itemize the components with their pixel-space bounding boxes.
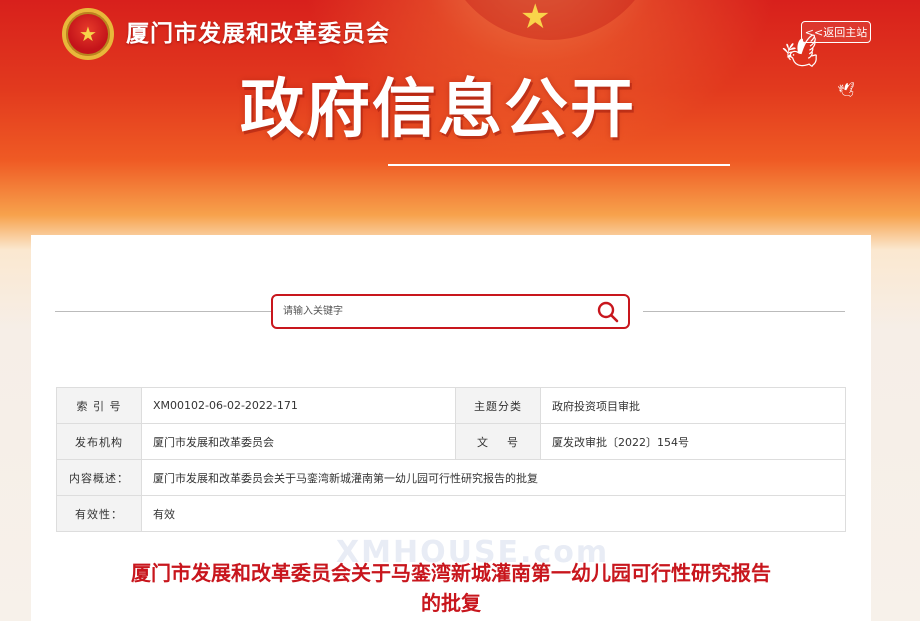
search-button[interactable]: [588, 296, 628, 327]
hero-title: 政府信息公开: [240, 73, 636, 147]
table-row: 有效性： 有效: [56, 495, 846, 532]
table-row: 发布机构 厦门市发展和改革委员会 文 号 厦发改审批〔2022〕154号: [56, 423, 846, 460]
topic-category-value: 政府投资项目审批: [540, 387, 846, 424]
document-title-line-1: 厦门市发展和改革委员会关于马銮湾新城灌南第一幼儿园可行性研究报告: [131, 561, 771, 585]
content-panel: 索 引 号 XM00102-06-02-2022-171 主题分类 政府投资项目…: [31, 235, 871, 621]
summary-label: 内容概述：: [56, 459, 142, 496]
validity-label: 有效性：: [56, 495, 142, 532]
topic-category-label: 主题分类: [455, 387, 541, 424]
document-title-line-2: 的批复: [421, 591, 481, 615]
document-metadata-table: 索 引 号 XM00102-06-02-2022-171 主题分类 政府投资项目…: [56, 387, 846, 532]
index-number-value: XM00102-06-02-2022-171: [141, 387, 456, 424]
divider: [643, 311, 845, 312]
publisher-label: 发布机构: [56, 423, 142, 460]
header-banner: ★ ★ 厦门市发展和改革委员会 <<返回主站 🕊 🕊 政府信息公开: [0, 0, 920, 240]
index-number-label: 索 引 号: [56, 387, 142, 424]
document-number-value: 厦发改审批〔2022〕154号: [540, 423, 846, 460]
star-icon: ★: [520, 0, 551, 37]
search-box: [271, 294, 630, 329]
divider: [55, 311, 281, 312]
publisher-value: 厦门市发展和改革委员会: [141, 423, 456, 460]
national-emblem-icon: ★: [62, 8, 114, 60]
dove-icon: 🕊: [836, 81, 858, 101]
table-row: 索 引 号 XM00102-06-02-2022-171 主题分类 政府投资项目…: [56, 387, 846, 424]
search-input[interactable]: [273, 296, 588, 327]
validity-value: 有效: [141, 495, 846, 532]
hero-underline: [388, 164, 730, 166]
document-number-label: 文 号: [455, 423, 541, 460]
search-icon: [597, 301, 619, 322]
document-title: 厦门市发展和改革委员会关于马銮湾新城灌南第一幼儿园可行性研究报告 的批复: [51, 558, 851, 618]
table-row: 内容概述： 厦门市发展和改革委员会关于马銮湾新城灌南第一幼儿园可行性研究报告的批…: [56, 459, 846, 496]
site-name[interactable]: 厦门市发展和改革委员会: [126, 14, 390, 48]
summary-value: 厦门市发展和改革委员会关于马銮湾新城灌南第一幼儿园可行性研究报告的批复: [141, 459, 846, 496]
